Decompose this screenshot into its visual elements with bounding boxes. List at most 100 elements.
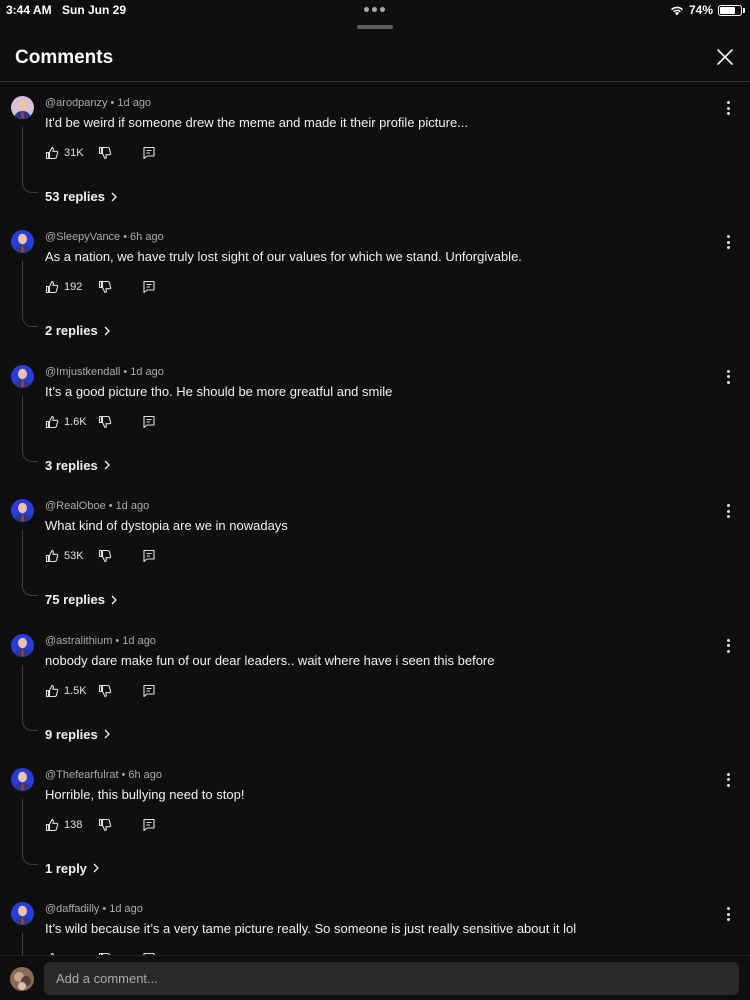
comment-actions: 192 xyxy=(45,279,156,295)
comment-text: Horrible, this bullying need to stop! xyxy=(45,786,245,802)
comment-author[interactable]: @RealOboe xyxy=(45,500,106,512)
comment-meta: @SleepyVance • 6h ago xyxy=(45,231,164,244)
like-button[interactable]: 1.6K xyxy=(45,415,92,429)
thumbs-down-icon xyxy=(98,281,112,294)
reply-button[interactable] xyxy=(142,549,156,563)
thumbs-up-icon xyxy=(45,415,59,428)
comment: @RealOboe • 1d ago What kind of dystopia a… xyxy=(0,486,750,620)
reply-button[interactable] xyxy=(142,146,156,160)
like-button[interactable]: 1.5K xyxy=(45,684,92,698)
dislike-button[interactable] xyxy=(98,146,112,160)
thread-line xyxy=(22,261,38,328)
comment-meta: @RealOboe • 1d ago xyxy=(45,500,150,513)
thumbs-up-icon xyxy=(45,550,59,563)
chevron-right-icon xyxy=(111,595,117,605)
chevron-right-icon xyxy=(111,192,117,201)
thread-line xyxy=(22,933,38,955)
comment-meta: @daffadilly • 1d ago xyxy=(45,903,143,916)
reply-icon xyxy=(143,684,155,697)
like-button[interactable]: 53K xyxy=(45,549,92,563)
comment-author[interactable]: @astralithium xyxy=(45,635,112,647)
dislike-button[interactable] xyxy=(98,684,112,698)
view-replies-button[interactable]: 3 replies xyxy=(45,458,110,473)
sheet-grabber[interactable] xyxy=(357,25,393,29)
more-options-button[interactable] xyxy=(726,369,730,384)
avatar[interactable] xyxy=(11,633,34,657)
comment-actions: 138 xyxy=(45,817,156,833)
reply-button[interactable] xyxy=(142,818,156,832)
user-avatar[interactable] xyxy=(10,967,34,991)
comment-age: 1d ago xyxy=(115,500,150,513)
thread-line xyxy=(22,798,38,865)
dislike-button[interactable] xyxy=(98,280,112,294)
comments-list[interactable]: @arodpanzy • 1d ago It'd be weird if someo… xyxy=(0,83,750,955)
chevron-right-icon xyxy=(93,863,99,873)
comment-age: 1d ago xyxy=(122,634,156,647)
comment: @daffadilly • 1d ago It’s wild because it’… xyxy=(0,889,750,955)
comment-author[interactable]: @arodpanzy xyxy=(45,97,108,109)
avatar[interactable] xyxy=(11,230,34,254)
comment-author[interactable]: @Imjustkendall xyxy=(45,366,120,378)
view-replies-button[interactable]: 53 replies xyxy=(45,189,117,204)
comment: @SleepyVance • 6h ago As a nation, we have… xyxy=(0,217,750,351)
more-options-button[interactable] xyxy=(726,907,730,922)
comment: @astralithium • 1d ago nobody dare make fu… xyxy=(0,621,750,755)
avatar[interactable] xyxy=(11,902,34,926)
reply-button[interactable] xyxy=(142,415,156,429)
more-options-button[interactable] xyxy=(726,101,730,115)
thumbs-down-icon xyxy=(98,550,112,563)
multitasking-dots-icon[interactable] xyxy=(364,7,385,12)
comment-meta: @arodpanzy • 1d ago xyxy=(45,97,152,109)
comment-actions: 53K xyxy=(45,548,156,564)
comment-author[interactable]: @Thefearfulrat xyxy=(45,769,119,781)
replies-label: 2 replies xyxy=(45,323,98,339)
comment-text: nobody dare make fun of our dear leaders… xyxy=(45,652,495,668)
avatar[interactable] xyxy=(11,767,34,791)
dislike-button[interactable] xyxy=(98,818,112,832)
comment-age: 1d ago xyxy=(117,97,152,109)
reply-button[interactable] xyxy=(142,684,156,698)
reply-button[interactable] xyxy=(142,280,156,294)
comment-text: What kind of dystopia are we in nowadays xyxy=(45,518,288,534)
view-replies-button[interactable]: 75 replies xyxy=(45,592,117,607)
more-options-button[interactable] xyxy=(726,504,730,519)
comment-age: 6h ago xyxy=(128,768,163,781)
comment-age: 1d ago xyxy=(130,365,164,378)
avatar[interactable] xyxy=(11,364,34,388)
thumbs-down-icon xyxy=(98,684,112,697)
thumbs-up-icon xyxy=(45,684,59,697)
dislike-button[interactable] xyxy=(98,549,112,563)
like-button[interactable]: 31K xyxy=(45,146,92,160)
view-replies-button[interactable]: 9 replies xyxy=(45,727,110,742)
replies-label: 3 replies xyxy=(45,457,98,473)
status-bar: 3:44 AM Sun Jun 29 74% xyxy=(0,0,750,20)
like-count: 31K xyxy=(64,147,84,159)
more-options-button[interactable] xyxy=(726,772,730,787)
view-replies-button[interactable]: 2 replies xyxy=(45,323,110,338)
thread-line xyxy=(22,395,38,462)
reply-icon xyxy=(143,146,155,160)
thread-line xyxy=(22,127,38,193)
avatar[interactable] xyxy=(11,499,34,523)
comment-age: 6h ago xyxy=(130,231,164,244)
add-comment-input[interactable] xyxy=(44,962,739,995)
battery-percent: 74% xyxy=(688,3,713,17)
comment: @arodpanzy • 1d ago It'd be weird if someo… xyxy=(0,83,750,217)
like-button[interactable]: 192 xyxy=(45,280,92,294)
thread-line xyxy=(22,530,38,597)
more-options-button[interactable] xyxy=(726,638,730,653)
more-options-button[interactable] xyxy=(726,235,730,250)
dislike-button[interactable] xyxy=(98,415,112,429)
comment-author[interactable]: @SleepyVance xyxy=(45,231,120,243)
comment-author[interactable]: @daffadilly xyxy=(45,903,99,915)
like-button[interactable]: 138 xyxy=(45,818,92,832)
view-replies-button[interactable]: 1 reply xyxy=(45,861,99,876)
thumbs-down-icon xyxy=(98,415,112,428)
like-count: 53K xyxy=(64,550,84,563)
like-count: 138 xyxy=(64,818,83,831)
avatar[interactable] xyxy=(11,96,34,119)
thumbs-up-icon xyxy=(45,281,59,294)
like-count: 1.5K xyxy=(64,684,87,697)
close-icon[interactable] xyxy=(716,48,734,66)
page-title: Comments xyxy=(15,47,114,68)
